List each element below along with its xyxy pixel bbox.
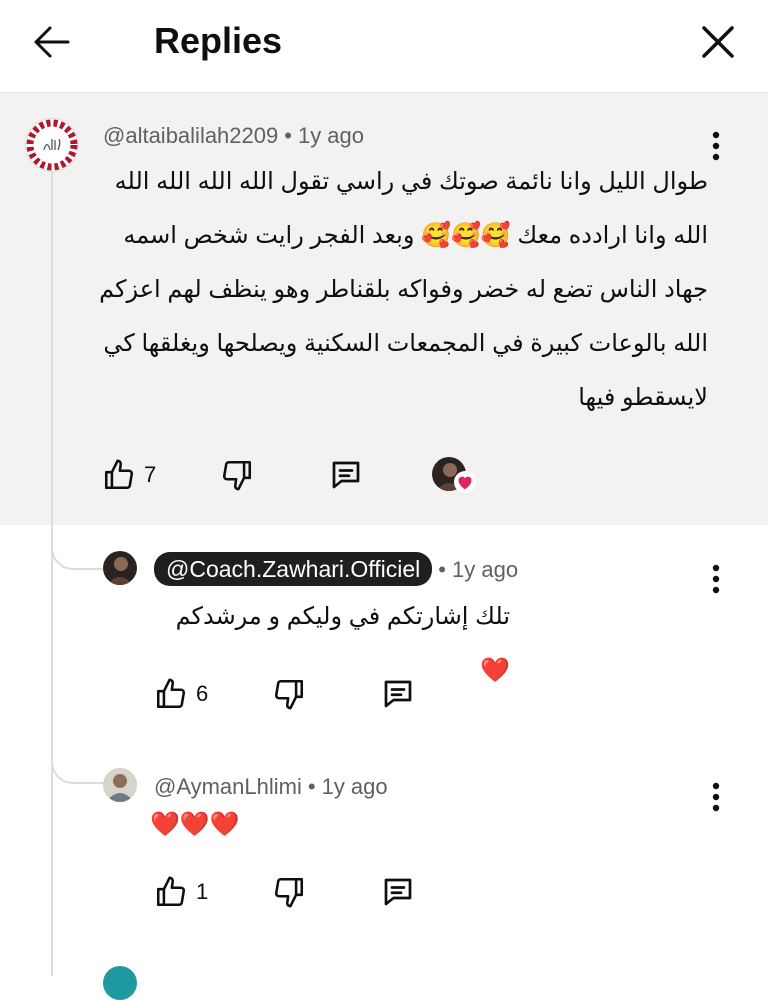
parent-comment: @altaibalilah2209 • 1y ago طوال الليل وانا… — [0, 93, 768, 525]
comment-meta: @Coach.Zawhari.Officiel • 1y ago — [154, 552, 518, 586]
avatar[interactable] — [103, 966, 137, 1000]
header-bar: Replies — [0, 0, 768, 93]
thread-line — [51, 172, 53, 976]
thumbs-up-icon — [156, 876, 186, 907]
reply-button[interactable] — [380, 674, 416, 714]
thumbs-down-icon — [274, 877, 304, 908]
like-button[interactable]: 6 — [154, 674, 208, 714]
creator-heart-badge — [432, 455, 476, 495]
thumbs-up-icon — [156, 678, 186, 709]
thread-connector — [51, 538, 103, 570]
more-vertical-icon — [712, 564, 720, 594]
comment-author[interactable]: @AymanLhlimi — [154, 774, 302, 799]
thumbs-down-icon — [222, 460, 252, 491]
comment-time: 1y ago — [452, 557, 519, 582]
creator-handle-badge[interactable]: @Coach.Zawhari.Officiel — [154, 552, 433, 586]
reply-comment-icon — [384, 878, 412, 906]
more-options-button[interactable] — [704, 562, 728, 598]
avatar[interactable] — [25, 118, 79, 172]
like-count: 7 — [144, 462, 157, 487]
close-button[interactable] — [696, 20, 740, 64]
dislike-button[interactable] — [272, 674, 306, 714]
more-options-button[interactable] — [704, 780, 728, 816]
avatar[interactable] — [103, 768, 137, 802]
reply-button[interactable] — [328, 455, 364, 495]
reply-comment-icon — [384, 680, 412, 708]
comment-meta: @altaibalilah2209 • 1y ago — [103, 123, 365, 148]
thumbs-down-icon — [274, 679, 304, 710]
heart-icon — [454, 471, 476, 493]
reply-comment-icon — [332, 461, 360, 489]
comment-text: ❤️❤️❤️ — [150, 811, 240, 838]
comment-author[interactable]: @altaibalilah2209 — [103, 123, 278, 148]
arrow-left-icon — [34, 26, 70, 58]
back-button[interactable] — [30, 20, 74, 64]
close-icon — [702, 26, 734, 58]
page-title: Replies — [154, 20, 283, 61]
comment-time: 1y ago — [321, 774, 388, 799]
thread-connector — [51, 752, 103, 784]
comment-text: طوال الليل وانا نائمة صوتك في راسي تقول … — [99, 168, 708, 411]
like-count: 6 — [196, 681, 209, 706]
calligraphy-avatar-icon — [26, 119, 78, 171]
like-count: 1 — [196, 879, 209, 904]
reply-button[interactable] — [380, 872, 416, 912]
thumbs-up-icon — [104, 459, 134, 490]
dislike-button[interactable] — [272, 872, 306, 912]
avatar[interactable] — [103, 551, 137, 585]
comment-time: 1y ago — [297, 123, 365, 148]
like-button[interactable]: 7 — [102, 455, 156, 495]
more-vertical-icon — [712, 782, 720, 812]
dislike-button[interactable] — [220, 455, 254, 495]
like-button[interactable]: 1 — [154, 872, 208, 912]
